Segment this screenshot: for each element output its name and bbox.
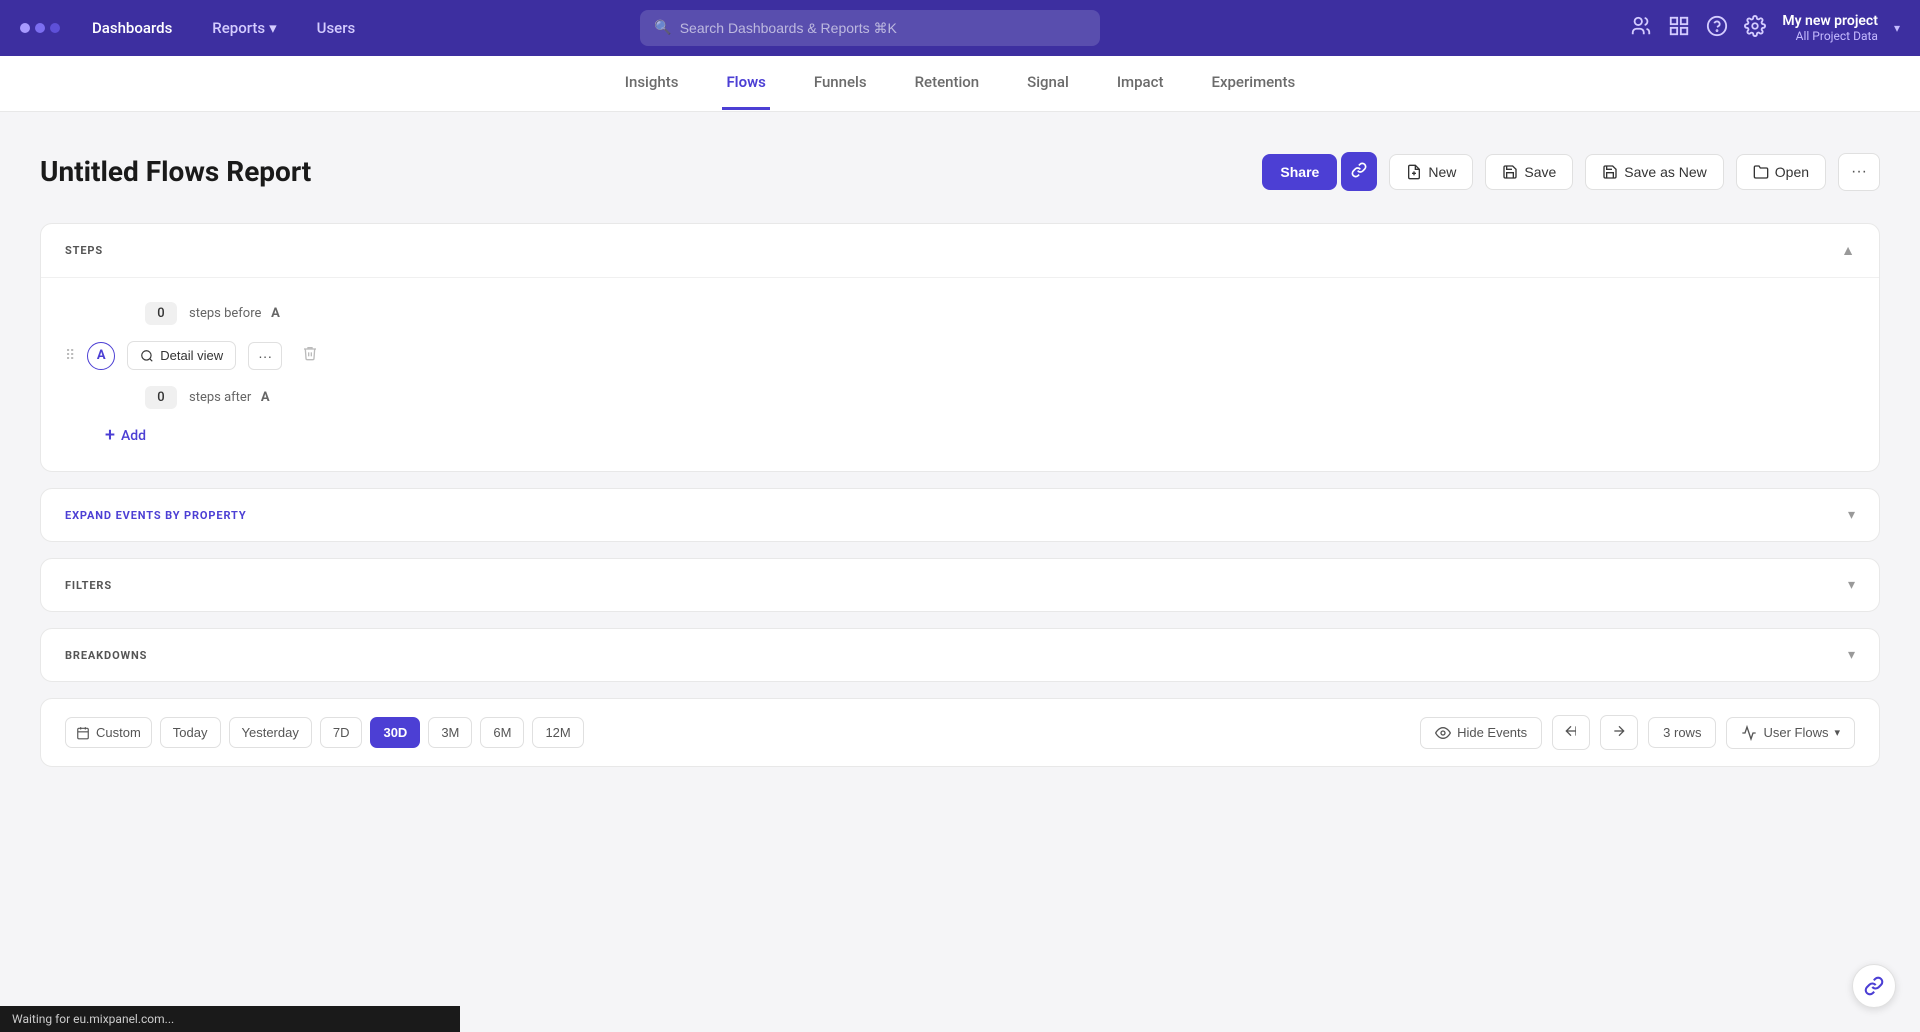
right-controls: Hide Events 3 rows User Flows ▾	[1420, 715, 1855, 750]
reports-chevron-icon: ▾	[269, 19, 277, 37]
save-as-new-button[interactable]: Save as New	[1585, 154, 1723, 190]
nav-dots	[20, 23, 60, 33]
step-more-button[interactable]: ···	[248, 342, 282, 370]
project-selector[interactable]: My new project All Project Data	[1782, 13, 1878, 43]
yesterday-button[interactable]: Yesterday	[229, 717, 312, 748]
hide-events-button[interactable]: Hide Events	[1420, 717, 1542, 749]
project-chevron-icon[interactable]: ▾	[1894, 21, 1900, 35]
sub-navigation: Insights Flows Funnels Retention Signal …	[0, 56, 1920, 112]
tab-experiments[interactable]: Experiments	[1207, 57, 1299, 110]
arrow-left-button[interactable]	[1552, 715, 1590, 750]
filters-header[interactable]: FILTERS ▾	[41, 559, 1879, 611]
drag-handle-icon[interactable]: ⠿	[65, 348, 75, 364]
nav-dot-3	[50, 23, 60, 33]
nav-users[interactable]: Users	[309, 15, 364, 41]
search-bar[interactable]: 🔍	[640, 10, 1100, 46]
grid-icon[interactable]	[1668, 15, 1690, 42]
share-link-button[interactable]	[1341, 152, 1377, 191]
save-button[interactable]: Save	[1485, 154, 1573, 190]
add-step-button[interactable]: + Add	[65, 421, 1855, 451]
float-link-button[interactable]	[1852, 964, 1896, 1008]
today-button[interactable]: Today	[160, 717, 221, 748]
expand-events-header[interactable]: EXPAND EVENTS BY PROPERTY ▾	[41, 489, 1879, 541]
arrow-right-button[interactable]	[1600, 715, 1638, 750]
tab-impact[interactable]: Impact	[1113, 57, 1168, 110]
steps-content: 0 steps before A ⠿ A Detail view ···	[41, 278, 1879, 471]
new-button[interactable]: New	[1389, 154, 1473, 190]
custom-date-button[interactable]: Custom	[65, 717, 152, 748]
rows-selector[interactable]: 3 rows	[1648, 717, 1716, 748]
3m-button[interactable]: 3M	[428, 717, 472, 748]
6m-button[interactable]: 6M	[480, 717, 524, 748]
report-header: Untitled Flows Report Share New Save	[40, 152, 1880, 191]
user-flows-button[interactable]: User Flows ▾	[1726, 717, 1855, 749]
share-button-group: Share	[1262, 152, 1377, 191]
open-button[interactable]: Open	[1736, 154, 1826, 190]
step-delete-button[interactable]	[294, 341, 326, 370]
time-toolbar: Custom Today Yesterday 7D 30D 3M 6M 12M …	[40, 698, 1880, 767]
tab-funnels[interactable]: Funnels	[810, 57, 871, 110]
expand-events-title: EXPAND EVENTS BY PROPERTY	[65, 509, 247, 522]
nav-dot-2	[35, 23, 45, 33]
expand-events-panel: EXPAND EVENTS BY PROPERTY ▾	[40, 488, 1880, 542]
7d-button[interactable]: 7D	[320, 717, 363, 748]
expand-events-chevron-icon: ▾	[1848, 507, 1855, 523]
nav-dot-1	[20, 23, 30, 33]
breakdowns-panel: BREAKDOWNS ▾	[40, 628, 1880, 682]
tab-retention[interactable]: Retention	[911, 57, 984, 110]
detail-view-button[interactable]: Detail view	[127, 341, 236, 370]
header-actions: Share New Save Save as New Open	[1262, 152, 1880, 191]
breakdowns-header[interactable]: BREAKDOWNS ▾	[41, 629, 1879, 681]
steps-after-label: steps after A	[189, 390, 270, 405]
breakdowns-title: BREAKDOWNS	[65, 649, 147, 662]
steps-before-row: 0 steps before A	[65, 294, 1855, 333]
search-input[interactable]	[680, 20, 1087, 36]
filters-chevron-icon: ▾	[1848, 577, 1855, 593]
steps-after-count: 0	[145, 386, 177, 409]
share-button[interactable]: Share	[1262, 154, 1337, 190]
status-bar: Waiting for eu.mixpanel.com...	[0, 1006, 460, 1032]
report-title: Untitled Flows Report	[40, 155, 311, 188]
filters-title: FILTERS	[65, 579, 112, 592]
steps-section-header[interactable]: STEPS ▲	[41, 224, 1879, 277]
filters-panel: FILTERS ▾	[40, 558, 1880, 612]
add-icon: +	[105, 427, 115, 445]
steps-after-row: 0 steps after A	[65, 378, 1855, 417]
step-letter-badge: A	[87, 342, 115, 370]
steps-before-count: 0	[145, 302, 177, 325]
more-options-button[interactable]: ···	[1838, 153, 1880, 191]
main-step-row: ⠿ A Detail view ···	[65, 333, 1855, 378]
user-flows-chevron-icon: ▾	[1834, 726, 1840, 739]
help-icon[interactable]	[1706, 15, 1728, 42]
12m-button[interactable]: 12M	[532, 717, 583, 748]
steps-section-title: STEPS	[65, 244, 103, 257]
settings-icon[interactable]	[1744, 15, 1766, 42]
audience-icon[interactable]	[1630, 15, 1652, 42]
top-navigation: Dashboards Reports ▾ Users 🔍 My new proj…	[0, 0, 1920, 56]
main-content: Untitled Flows Report Share New Save	[0, 112, 1920, 803]
tab-flows[interactable]: Flows	[722, 57, 769, 110]
tab-insights[interactable]: Insights	[621, 57, 683, 110]
search-icon: 🔍	[654, 20, 671, 36]
steps-panel: STEPS ▲ 0 steps before A ⠿ A	[40, 223, 1880, 472]
nav-right-icons: My new project All Project Data ▾	[1630, 13, 1900, 43]
tab-signal[interactable]: Signal	[1023, 57, 1073, 110]
breakdowns-chevron-icon: ▾	[1848, 647, 1855, 663]
nav-reports[interactable]: Reports ▾	[204, 15, 284, 41]
steps-collapse-icon: ▲	[1841, 242, 1855, 259]
30d-button[interactable]: 30D	[370, 717, 420, 748]
steps-before-label: steps before A	[189, 306, 280, 321]
nav-dashboards[interactable]: Dashboards	[84, 15, 180, 41]
